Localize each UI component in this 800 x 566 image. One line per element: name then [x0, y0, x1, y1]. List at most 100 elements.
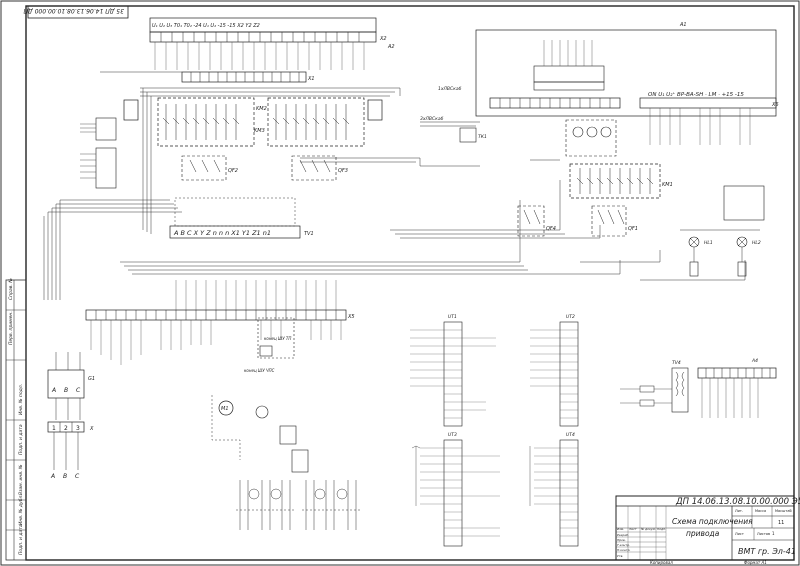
- thermal-relay-tk1: ТК1: [459, 127, 487, 143]
- copied-label: Копировал: [650, 560, 673, 565]
- x5-label: X5: [347, 314, 355, 320]
- relay-block-km1: KM1: [569, 163, 673, 199]
- breaker-qf1: QF1: [591, 205, 638, 237]
- g1-label: G1: [88, 376, 95, 382]
- svg-text:1: 1: [52, 425, 56, 432]
- wiring-diagram-sheet: Перв. примен. Справ. № Подп. и дата Инв.…: [0, 0, 800, 566]
- qf1-label: QF1: [628, 226, 638, 232]
- phase-b-label: B: [63, 473, 67, 480]
- svg-text:3: 3: [76, 425, 80, 432]
- sheet-border: [0, 0, 800, 566]
- sheets-field: Листов: [757, 532, 770, 536]
- terminal-strip-x2: U₁ U₂ U₃ T0₁ T0₂ -24 U₁ U₂ -15 -15 X2 Y2…: [149, 17, 395, 70]
- hl2-label: HL2: [752, 240, 761, 246]
- row-label-3: № докум.: [640, 527, 656, 531]
- terminal-strip-a4: A4: [697, 358, 777, 418]
- role-1: Разраб.: [617, 533, 629, 537]
- encoder-note-2: конец ШУ ЧПС: [244, 368, 275, 373]
- block-l2: [123, 99, 139, 121]
- a2-label: A2: [387, 44, 395, 50]
- relay-block-km3: KM3: [254, 97, 365, 147]
- x6-label: X6: [771, 102, 779, 108]
- terminal-table-ut2: UT2: [530, 314, 579, 427]
- format-label: Формат А1: [744, 560, 767, 565]
- breaker-qf3: QF3: [291, 155, 348, 181]
- sheet-field: Лист: [735, 532, 744, 536]
- tk1-label: ТК1: [478, 134, 487, 140]
- x-label: X: [89, 426, 94, 432]
- side-strip-label-3: Подп. и дата: [18, 524, 24, 555]
- terminal-table-ut4: UT4: [529, 432, 579, 547]
- terminal-table-ut1: UT1: [410, 314, 496, 427]
- terminal-strip-x5: X5: [85, 280, 355, 365]
- cable-label-top: 1xЛВСкаб: [438, 86, 462, 92]
- qf2-label: QF2: [228, 168, 238, 174]
- x2-header: U₁ U₂ U₃ T0₁ T0₂ -24 U₁ U₂ -15 -15 X2 Y2…: [152, 23, 260, 29]
- hl1-label: HL1: [704, 240, 713, 246]
- a1-label: A1: [679, 22, 687, 28]
- row-label-1: Изм.: [617, 527, 624, 531]
- rotated-code: 35 ДП 14.06.13.08.10.00.000 ДП: [23, 7, 124, 14]
- phase-c-label: C: [75, 473, 80, 480]
- svg-text:2: 2: [64, 425, 68, 432]
- sheets-total: 1: [772, 531, 775, 536]
- ut2-table-label: UT2: [566, 314, 575, 320]
- org: ВМТ гр. Эл-41: [738, 547, 796, 556]
- tv4-label: TV4: [672, 360, 681, 366]
- block-ut4: [291, 449, 309, 473]
- row-label-2: Лист: [628, 527, 637, 531]
- ut4-table-label: UT4: [566, 432, 575, 438]
- encoder-block: конец ШУ ТП конец ШУ ЧПС: [244, 317, 295, 373]
- terminal-strip-x1: X1: [181, 71, 315, 83]
- a4-label: A4: [751, 358, 758, 364]
- side-strip: Перв. примен. Справ. № Подп. и дата Инв.…: [5, 278, 27, 561]
- terminal-x: 1 2 3 X A B C: [47, 421, 94, 480]
- km2-label: KM2: [256, 106, 267, 112]
- role-5: Утв.: [617, 554, 623, 558]
- block-l3: [367, 99, 383, 121]
- km1-label: KM1: [662, 182, 673, 188]
- ut1-label: UT1: [448, 314, 457, 320]
- x6-header: ON U₁ U₂⁺ ВР-ВА-SH · LM · +15 -15: [648, 91, 744, 98]
- title-block: ДП 14.06.13.08.10.00.000 Э5 Схема подклю…: [615, 495, 800, 561]
- title-line-2: привода: [686, 529, 720, 538]
- lit-label: Лит.: [735, 509, 743, 513]
- tv1-terminals: A B C X Y Z n n n X1 Y1 Z1 n1: [173, 229, 271, 237]
- qf4-label: QF4: [546, 226, 556, 232]
- side-strip-label-7: Инв. № подл.: [18, 384, 24, 415]
- transformer-tv1: A B C X Y Z n n n X1 Y1 Z1 n1 TV1: [169, 197, 314, 239]
- role-2: Пров.: [617, 538, 626, 542]
- connector-left-upper: [80, 117, 117, 141]
- thyristor-bridge: [236, 480, 362, 530]
- g1-phase-b: B: [64, 387, 68, 394]
- role-4: Н.контр.: [617, 548, 630, 552]
- phase-a-label: A: [50, 473, 55, 480]
- relay-block-km2: KM2: [157, 97, 267, 147]
- terminal-strip-a1: [489, 97, 777, 145]
- x2-label: X2: [379, 36, 387, 42]
- g1-phase-c: C: [76, 387, 81, 394]
- tv1-label: TV1: [304, 231, 314, 237]
- side-strip-label-1: Перв. примен.: [8, 311, 14, 345]
- block-ut2: [279, 425, 297, 445]
- breaker-qf2: QF2: [181, 155, 238, 181]
- row-label-4: Подп.: [657, 527, 666, 531]
- g1-phase-a: A: [51, 387, 56, 394]
- side-strip-label-2: Справ. №: [8, 278, 14, 300]
- motor-m1: M1: [211, 395, 269, 460]
- side-strip-label-6: Подп. и дата: [18, 424, 24, 455]
- km3-label: KM3: [254, 128, 265, 134]
- transformer-tv4: TV4: [620, 360, 689, 413]
- generator-g1: G1 A B C: [47, 352, 95, 420]
- m1-label: M1: [221, 406, 229, 412]
- scale-value: 11: [778, 520, 784, 526]
- encoder-note: конец ШУ ТП: [264, 336, 291, 341]
- module-a1: A1 ON U₁ U₂⁺ ВР-ВА-SH · LM · +15 -15 X6: [475, 22, 779, 117]
- lamp-group: HL1 HL2: [680, 185, 765, 277]
- doc-code: ДП 14.06.13.08.10.00.000 Э5: [675, 497, 800, 507]
- mass-label: Масса: [755, 509, 766, 513]
- side-strip-label-4: Инв. № дубл.: [18, 494, 24, 525]
- cable-label-mid: 3xЛВСкаб: [420, 116, 444, 122]
- title-line-1: Схема подключения: [672, 517, 753, 526]
- x1-label: X1: [307, 76, 315, 82]
